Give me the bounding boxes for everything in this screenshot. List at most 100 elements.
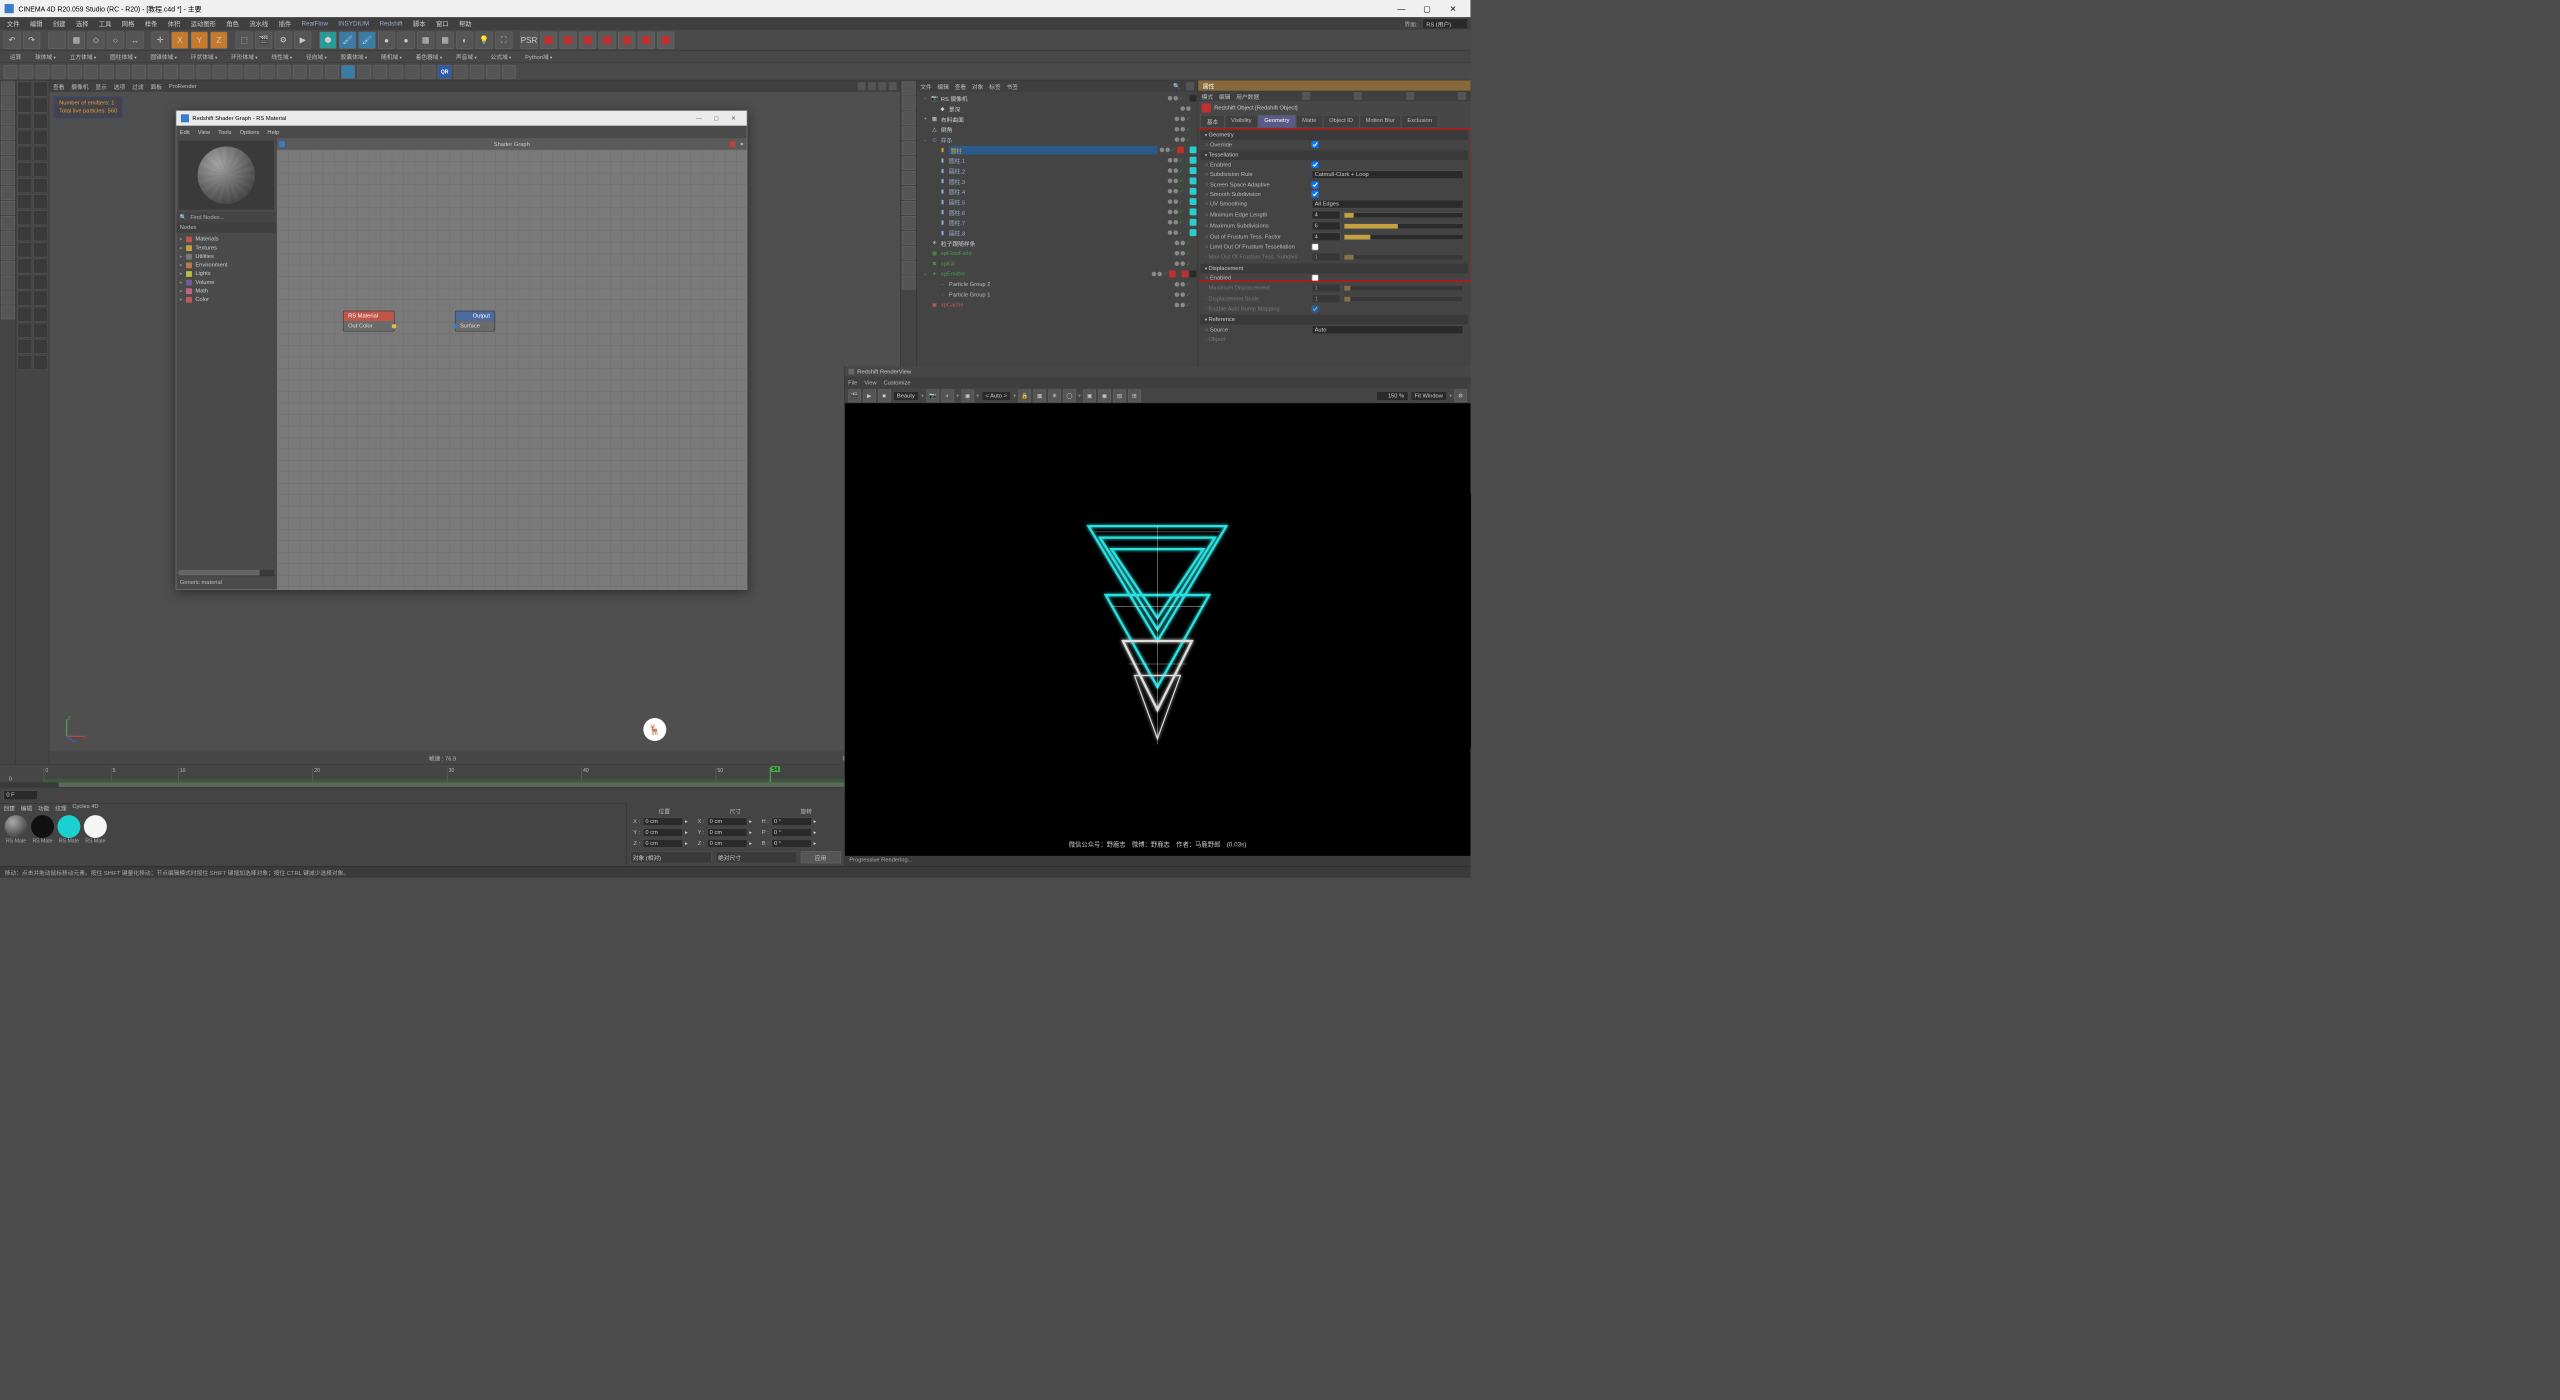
rv-i2[interactable]: ▣ xyxy=(1098,389,1111,402)
tool-2[interactable] xyxy=(1,111,15,125)
material-slot-3[interactable]: RS Mate xyxy=(83,815,108,844)
vp-icon[interactable] xyxy=(889,82,897,90)
ooft-slider[interactable] xyxy=(1344,234,1463,240)
group-reference[interactable]: Reference xyxy=(1200,315,1468,325)
menu-角色[interactable]: 角色 xyxy=(222,18,244,29)
shelf-12-0[interactable] xyxy=(17,275,32,290)
rv-menu-File[interactable]: File xyxy=(848,379,857,385)
sbtn-6[interactable] xyxy=(100,65,114,79)
shelf-6-0[interactable] xyxy=(17,178,32,193)
minedge-slider[interactable] xyxy=(1344,212,1463,218)
render-slot-6[interactable] xyxy=(657,31,674,48)
graph-canvas[interactable]: RS Material Out Color Output Surface xyxy=(277,150,747,589)
menu-创建[interactable]: 创建 xyxy=(48,18,70,29)
tool-0[interactable] xyxy=(1,82,15,96)
sbtn-1[interactable] xyxy=(20,65,34,79)
rv-lock[interactable]: 🔒 xyxy=(1018,389,1031,402)
material-slot-1[interactable]: RS Mate xyxy=(30,815,55,844)
rv-i3[interactable]: ▤ xyxy=(1113,389,1126,402)
renderview-canvas[interactable]: 微信公众号：野鹿志 微博：野鹿志 作者：马鹿野郎 (0.03s) xyxy=(845,403,1471,856)
node-cat-Volume[interactable]: ▸Volume xyxy=(180,278,273,287)
field-5[interactable]: 环状体域 xyxy=(184,51,223,63)
tree-row-0[interactable]: -📷RS 摄像机✓ xyxy=(918,93,1197,103)
vpmenu-显示[interactable]: 显示 xyxy=(95,82,106,91)
shader-max[interactable]: ▢ xyxy=(708,115,725,121)
shader-close[interactable]: ✕ xyxy=(725,115,742,121)
ooft-input[interactable]: 4 xyxy=(1312,233,1341,242)
rpal-13[interactable] xyxy=(902,276,916,290)
rv-ipr[interactable]: ▶ xyxy=(863,389,876,402)
shader-menu-View[interactable]: View xyxy=(198,129,210,135)
field-13[interactable]: 公式域 xyxy=(484,51,517,63)
rv-i4[interactable]: ⊞ xyxy=(1128,389,1141,402)
toolbar-btn-6[interactable]: ↔ xyxy=(126,31,143,48)
rv-freeze[interactable]: ❄ xyxy=(1048,389,1061,402)
toolbar-btn-25[interactable]: PSR xyxy=(520,31,537,48)
tool-9[interactable] xyxy=(1,216,15,230)
tree-row-5[interactable]: ▮圆柱✓ xyxy=(918,145,1197,155)
toolbar-btn-15[interactable]: ⬢ xyxy=(319,31,336,48)
om-menu-标签[interactable]: 标签 xyxy=(989,82,1000,91)
apply-button[interactable]: 应用 xyxy=(800,851,840,863)
attr-tab-Motion Blur[interactable]: Motion Blur xyxy=(1359,115,1401,128)
node-rs-material[interactable]: RS Material Out Color xyxy=(343,311,395,332)
attr-menu-icon[interactable] xyxy=(1458,92,1466,100)
vp-icon[interactable] xyxy=(868,82,876,90)
toolbar-btn-20[interactable]: ▦ xyxy=(417,31,434,48)
rpal-3[interactable] xyxy=(902,126,916,140)
tree-row-10[interactable]: ▮圆柱.5✓ xyxy=(918,196,1197,206)
rpal-5[interactable] xyxy=(902,156,916,170)
rv-fit-select[interactable]: Fit Window xyxy=(1410,391,1446,401)
shelf-10-0[interactable] xyxy=(17,242,32,257)
tree-row-11[interactable]: ▮圆柱.6✓ xyxy=(918,207,1197,217)
rpal-4[interactable] xyxy=(902,141,916,155)
maxsub-slider[interactable] xyxy=(1344,223,1463,229)
tool-11[interactable] xyxy=(1,246,15,260)
rv-aov-select[interactable]: Beauty xyxy=(893,391,919,401)
node-cat-Materials[interactable]: ▸Materials xyxy=(180,235,273,244)
shelf-5-0[interactable] xyxy=(17,162,32,177)
tool-1[interactable] xyxy=(1,96,15,110)
field-10[interactable]: 随机域 xyxy=(375,51,408,63)
toolbar-btn-1[interactable]: ↷ xyxy=(23,31,40,48)
group-geometry[interactable]: Geometry xyxy=(1200,130,1468,140)
sbtn-2[interactable] xyxy=(36,65,50,79)
menu-RealFlow[interactable]: RealFlow xyxy=(297,19,333,28)
rv-i1[interactable]: ▣ xyxy=(1083,389,1096,402)
toolbar-btn-11[interactable]: ⬚ xyxy=(236,31,253,48)
rv-compare[interactable]: ◐ xyxy=(941,389,954,402)
sbtn-14[interactable] xyxy=(229,65,243,79)
rpal-7[interactable] xyxy=(902,186,916,200)
shelf-13-0[interactable] xyxy=(17,291,32,306)
tree-row-14[interactable]: ✳粒子跟随样条✓ xyxy=(918,238,1197,248)
toolbar-btn-12[interactable]: 🎬 xyxy=(255,31,272,48)
toolbar-btn-22[interactable]: ◐ xyxy=(456,31,473,48)
start-frame[interactable]: 0 F xyxy=(3,790,37,800)
om-menu-书签[interactable]: 书签 xyxy=(1006,82,1017,91)
sbtn-12[interactable] xyxy=(196,65,210,79)
node-cat-Environment[interactable]: ▸Environment xyxy=(180,261,273,270)
close-button[interactable]: ✕ xyxy=(1440,0,1466,17)
tree-row-9[interactable]: ▮圆柱.4✓ xyxy=(918,186,1197,196)
tool-7[interactable] xyxy=(1,186,15,200)
sbtn-27[interactable]: QR xyxy=(438,65,452,79)
sbtn-21[interactable] xyxy=(341,65,355,79)
rv-menu-View[interactable]: View xyxy=(864,379,876,385)
shelf-9-0[interactable] xyxy=(17,226,32,241)
sbtn-31[interactable] xyxy=(502,65,516,79)
rpal-12[interactable] xyxy=(902,261,916,275)
shelf-7-0[interactable] xyxy=(17,194,32,209)
tess-enabled-checkbox[interactable] xyxy=(1312,161,1319,168)
rv-settings[interactable]: ⚙ xyxy=(1454,389,1467,402)
shelf-3-1[interactable] xyxy=(33,130,48,145)
sbtn-0[interactable] xyxy=(3,65,17,79)
field-11[interactable]: 着色器域 xyxy=(409,51,448,63)
sbtn-17[interactable] xyxy=(277,65,291,79)
uv-smoothing-select[interactable]: All Edges xyxy=(1312,200,1464,209)
om-search-icon[interactable]: 🔍 xyxy=(1173,83,1180,89)
field-2[interactable]: 立方体域 xyxy=(63,51,102,63)
toolbar-btn-18[interactable]: ● xyxy=(378,31,395,48)
shelf-9-1[interactable] xyxy=(33,226,48,241)
om-menu-编辑[interactable]: 编辑 xyxy=(937,82,948,91)
sbtn-22[interactable] xyxy=(357,65,371,79)
